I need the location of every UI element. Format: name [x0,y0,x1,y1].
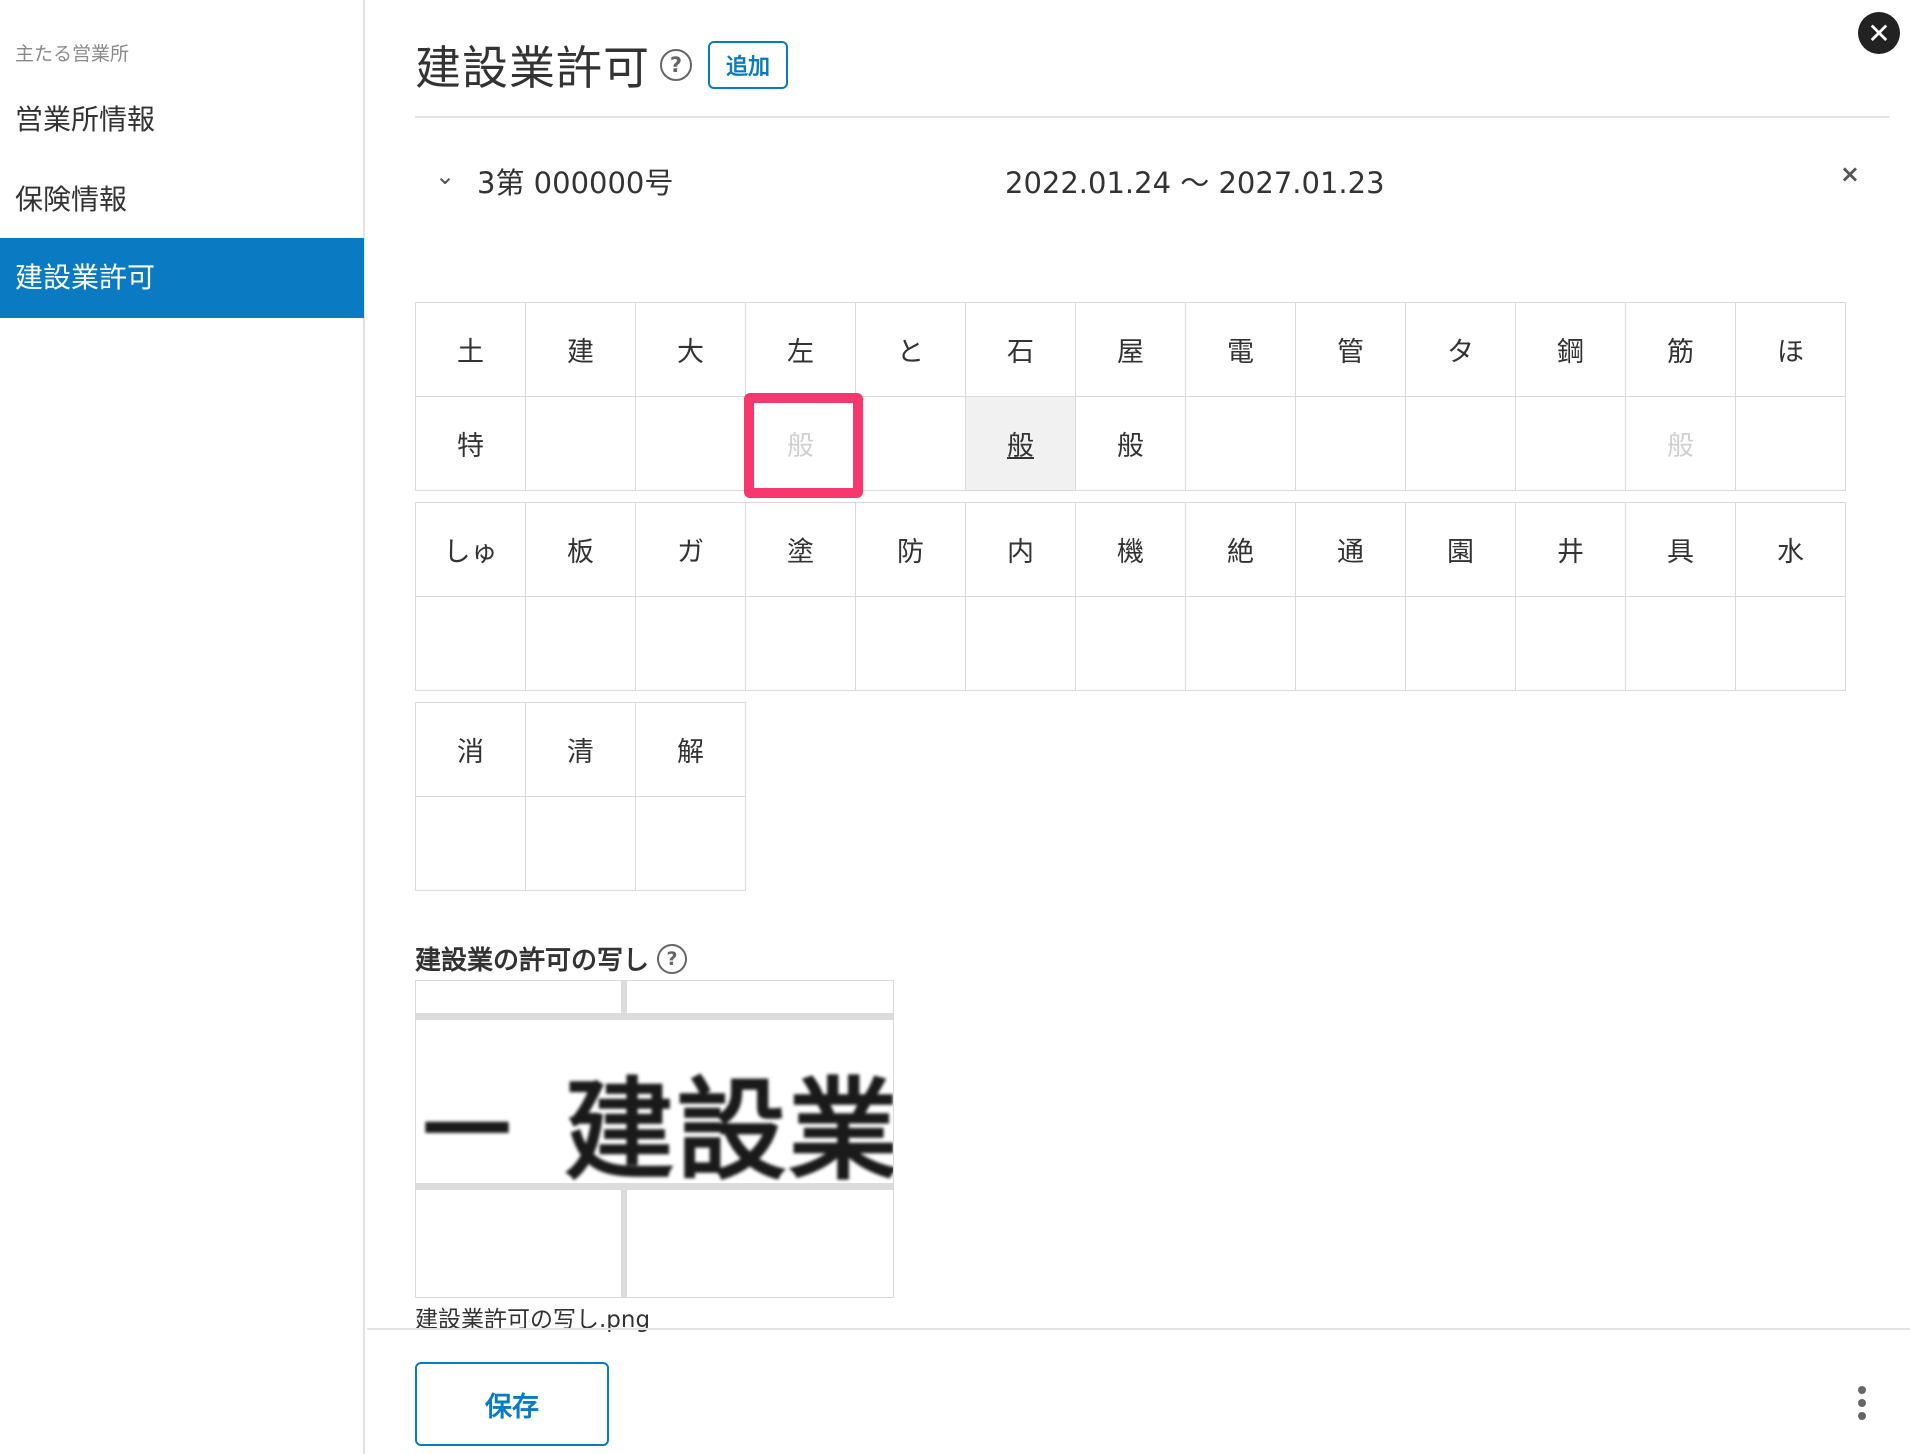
trade-header: 板 [525,502,636,597]
trade-value-cell[interactable] [1185,596,1296,691]
trade-value-cell[interactable]: 般 [1075,396,1186,491]
trade-value-cell[interactable]: 特 [415,396,526,491]
trade-grid-2: しゅ 板 ガ 塗 防 内 機 絶 通 園 井 具 水 [415,502,1846,691]
thumb-grid-line [621,1190,627,1297]
trade-header: 管 [1295,302,1406,397]
trade-header: ガ [635,502,746,597]
trade-value-cell[interactable] [635,796,746,891]
trade-header: 解 [635,702,746,797]
trade-header: しゅ [415,502,526,597]
trade-value-cell[interactable] [1515,396,1626,491]
trade-header: 機 [1075,502,1186,597]
main-panel: 建設業許可 ? 追加 ✕ ⌄ 3第 000000号 2022.01.24 ～ 2… [367,0,1910,1454]
grid-header-row: しゅ 板 ガ 塗 防 内 機 絶 通 園 井 具 水 [415,502,1846,597]
trade-value-cell[interactable] [745,596,856,691]
help-icon[interactable]: ? [660,49,692,81]
thumb-grid-line [621,981,627,1013]
permit-copy-thumbnail[interactable]: － 建設業許 [415,980,894,1298]
trade-value-cell[interactable] [1405,596,1516,691]
thumb-grid-line [416,1013,893,1020]
trade-header: 通 [1295,502,1406,597]
dot [1858,1412,1866,1420]
trade-value-cell[interactable] [635,396,746,491]
footer-divider [367,1328,1910,1330]
copy-label: 建設業の許可の写し [415,946,650,976]
permit-number: 3第 000000号 [477,166,674,200]
trade-value-cell[interactable] [965,596,1076,691]
grid-header-row: 土 建 大 左 と 石 屋 電 管 タ 鋼 筋 ほ [415,302,1846,397]
trade-header: と [855,302,966,397]
save-button[interactable]: 保存 [415,1362,609,1446]
page-title: 建設業許可 [415,41,650,95]
trade-header: 水 [1735,502,1846,597]
sidebar-item-office-info[interactable]: 営業所情報 [0,80,364,160]
trade-value-cell[interactable] [1735,396,1846,491]
trade-header: 防 [855,502,966,597]
trade-header: ほ [1735,302,1846,397]
sidebar-item-insurance-info[interactable]: 保険情報 [0,160,364,240]
sidebar: 主たる営業所 営業所情報 保険情報 建設業許可 [0,0,365,1454]
trade-value-cell-highlighted[interactable]: 般 [744,393,863,498]
title-row: 建設業許可 ? 追加 [415,32,789,98]
permit-row: ⌄ 3第 000000号 2022.01.24 ～ 2027.01.23 × [415,150,1890,210]
trade-value-text: 般 [787,431,814,462]
add-button[interactable]: 追加 [708,41,789,89]
trade-header: 絶 [1185,502,1296,597]
trade-value-cell[interactable] [525,396,636,491]
trade-header: 石 [965,302,1076,397]
trade-header: 井 [1515,502,1626,597]
trade-header: 清 [525,702,636,797]
trade-header: 消 [415,702,526,797]
trade-value-cell[interactable] [1405,396,1516,491]
trade-value-cell[interactable] [1625,596,1736,691]
trade-header: 土 [415,302,526,397]
trade-header: 塗 [745,502,856,597]
trade-value-cell[interactable] [1295,596,1406,691]
trade-value-cell[interactable] [855,396,966,491]
title-divider [415,116,1890,118]
close-icon[interactable]: ✕ [1858,12,1900,54]
grid-header-row: 消 清 解 [415,702,746,797]
trade-value-cell[interactable] [635,596,746,691]
trade-value-cell[interactable] [525,596,636,691]
thumb-text: － 建設業許 [415,1067,894,1195]
trade-value-cell[interactable] [415,596,526,691]
trade-value-cell-selected[interactable]: 般 [965,396,1076,491]
trade-value-cell[interactable] [1735,596,1846,691]
help-icon[interactable]: ? [657,943,688,974]
trade-header: 具 [1625,502,1736,597]
chevron-down-icon[interactable]: ⌄ [435,162,455,190]
trade-header: 鋼 [1515,302,1626,397]
trade-value-cell[interactable] [1515,596,1626,691]
trade-grid-3: 消 清 解 [415,702,746,891]
dot [1858,1386,1866,1394]
trade-value-cell[interactable] [855,596,966,691]
trade-header: 内 [965,502,1076,597]
trade-header: 建 [525,302,636,397]
permit-period: 2022.01.24 ～ 2027.01.23 [1005,166,1385,200]
remove-permit-icon[interactable]: × [1840,160,1860,188]
trade-value-cell[interactable] [415,796,526,891]
grid-value-row: 特 般 般 般 般 [415,393,1846,498]
trade-value-cell[interactable]: 般 [1625,396,1736,491]
trade-value-cell[interactable] [1185,396,1296,491]
grid-value-row [415,796,746,891]
trade-header: タ [1405,302,1516,397]
copy-label-row: 建設業の許可の写し ? [415,940,688,977]
trade-value-cell[interactable] [1295,396,1406,491]
trade-header: 大 [635,302,746,397]
trade-value-cell[interactable] [1075,596,1186,691]
trade-header: 園 [1405,502,1516,597]
trade-header: 筋 [1625,302,1736,397]
sidebar-caption: 主たる営業所 [15,43,130,65]
trade-value-cell[interactable] [525,796,636,891]
trade-header: 左 [745,302,856,397]
sidebar-item-construction-permit[interactable]: 建設業許可 [0,238,364,318]
trade-header: 屋 [1075,302,1186,397]
more-options-icon[interactable] [1858,1386,1866,1420]
dot [1858,1399,1866,1407]
grid-value-row [415,596,1846,691]
trade-header: 電 [1185,302,1296,397]
trade-grid-1: 土 建 大 左 と 石 屋 電 管 タ 鋼 筋 ほ 特 般 般 般 般 [415,302,1846,498]
